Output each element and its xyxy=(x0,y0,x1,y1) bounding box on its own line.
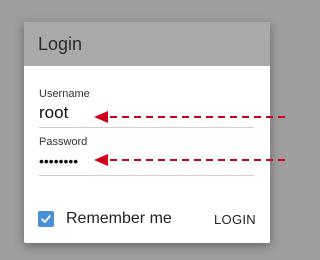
backdrop: Login Username Password Remember me LOGI… xyxy=(0,0,285,260)
username-input[interactable] xyxy=(39,102,254,124)
dialog-header: Login xyxy=(24,22,270,66)
password-field: Password xyxy=(39,136,254,176)
password-input[interactable] xyxy=(39,150,254,172)
remember-me-label[interactable]: Remember me xyxy=(66,210,172,228)
password-label: Password xyxy=(39,136,88,148)
username-underline xyxy=(39,127,254,128)
username-label: Username xyxy=(39,88,90,100)
check-icon xyxy=(41,215,51,223)
login-button[interactable]: LOGIN xyxy=(210,210,260,229)
dialog-title: Login xyxy=(38,33,83,54)
password-underline xyxy=(39,175,254,176)
username-field: Username xyxy=(39,88,254,128)
login-dialog: Login Username Password Remember me LOGI… xyxy=(24,22,270,243)
dialog-footer: Remember me LOGIN xyxy=(38,208,260,230)
remember-me-checkbox[interactable] xyxy=(38,211,54,227)
